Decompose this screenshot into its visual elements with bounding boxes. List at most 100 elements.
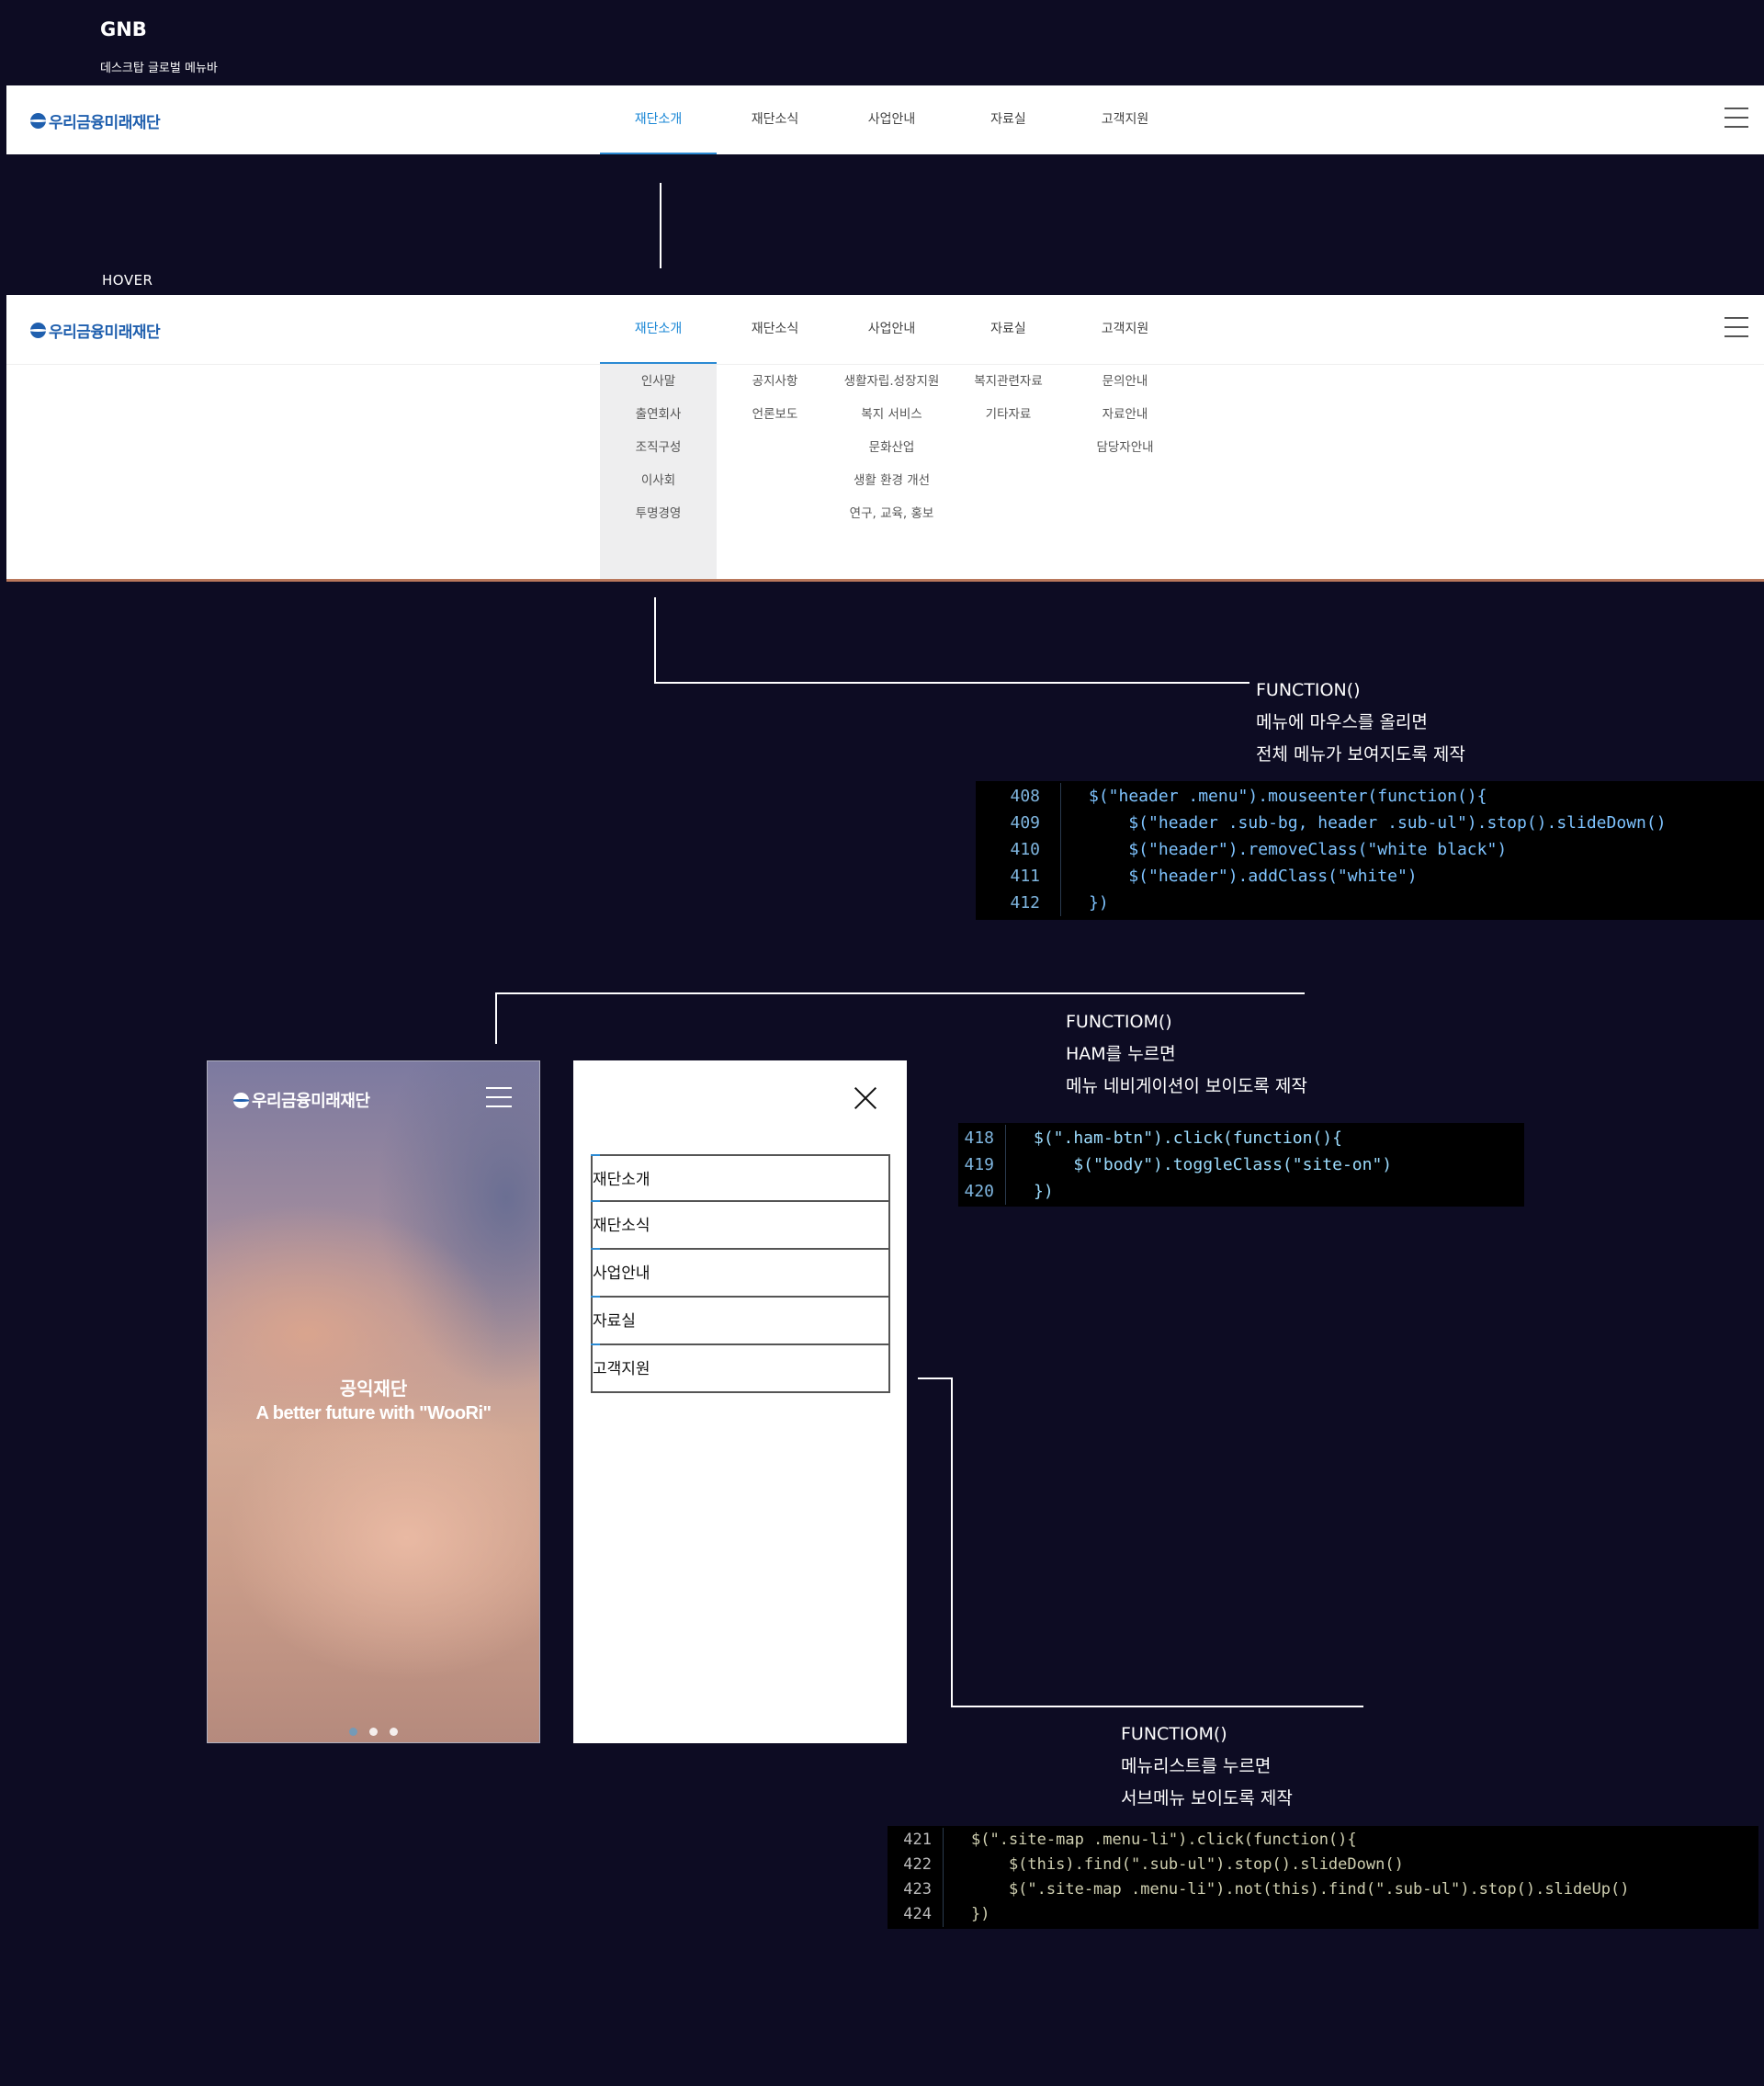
hero-subtitle: A better future with "WooRi" xyxy=(255,1403,492,1423)
submenu-item[interactable]: 인사말 xyxy=(600,365,717,398)
logo-text: 우리금융미래재단 xyxy=(49,323,161,341)
code-text: $(this).find(".sub-ul").stop().slideDown… xyxy=(971,1855,1404,1874)
annotation-title: FUNCTIOM() xyxy=(1066,1012,1172,1032)
annotation-hover: FUNCTION() 메뉴에 마우스를 올리면 전체 메뉴가 보여지도록 제작 xyxy=(1256,675,1465,771)
code-line: 423 $(".site-map .menu-li").not(this).fi… xyxy=(888,1877,1758,1902)
slide-dot[interactable] xyxy=(349,1728,357,1736)
line-number: 410 xyxy=(1010,840,1040,859)
annotation-line: 메뉴 네비게이션이 보이도록 제작 xyxy=(1066,1076,1307,1096)
main-nav: 재단소개 재단소식 사업안내 자료실 고객지원 xyxy=(600,295,1183,364)
connector-line xyxy=(951,1706,1363,1707)
code-text: }) xyxy=(1089,893,1109,913)
main-nav: 재단소개 재단소식 사업안내 자료실 고객지원 xyxy=(600,85,1183,154)
submenu-item[interactable]: 공지사항 xyxy=(717,365,833,398)
logo[interactable]: 우리금융미래재단 xyxy=(30,109,161,132)
submenu-item[interactable]: 문의안내 xyxy=(1067,365,1183,398)
line-number: 419 xyxy=(964,1155,994,1174)
submenu-item[interactable]: 문화산업 xyxy=(823,431,960,464)
line-number: 409 xyxy=(1010,813,1040,833)
line-number: 411 xyxy=(1010,867,1040,886)
submenu-panel: 인사말 출연회사 조직구성 이사회 투명경영 공지사항 언론보도 생활자립.성장… xyxy=(6,365,1764,582)
hamburger-icon[interactable] xyxy=(486,1087,512,1107)
submenu-item[interactable]: 언론보도 xyxy=(717,398,833,431)
line-number: 421 xyxy=(903,1831,932,1849)
nav-item-business[interactable]: 사업안내 xyxy=(833,295,950,364)
submenu-item[interactable]: 생활 환경 개선 xyxy=(823,464,960,497)
line-number: 412 xyxy=(1010,893,1040,913)
annotation-title: FUNCTION() xyxy=(1256,680,1361,700)
submenu-item[interactable]: 자료안내 xyxy=(1067,398,1183,431)
drawer-menu-item[interactable]: 고객지원 xyxy=(591,1343,890,1393)
code-text: $("header").addClass("white") xyxy=(1089,867,1418,886)
slide-dot[interactable] xyxy=(369,1728,378,1736)
code-text: $("header .sub-bg, header .sub-ul").stop… xyxy=(1089,813,1667,833)
annotation-line: 메뉴에 마우스를 올리면 xyxy=(1256,712,1428,732)
drawer-menu-item[interactable]: 재단소식 xyxy=(591,1200,890,1250)
code-text: $("body").toggleClass("site-on") xyxy=(1034,1155,1393,1174)
code-line: 411 $("header").addClass("white") xyxy=(976,863,1764,890)
nav-item-business[interactable]: 사업안내 xyxy=(833,85,950,154)
nav-item-news[interactable]: 재단소식 xyxy=(717,295,833,364)
drawer-menu-item[interactable]: 사업안내 xyxy=(591,1248,890,1298)
code-block-ham: 418 $(".ham-btn").click(function(){ 419 $… xyxy=(958,1123,1524,1207)
submenu-item[interactable]: 복지 서비스 xyxy=(823,398,960,431)
connector-line xyxy=(654,682,1250,684)
hamburger-icon[interactable] xyxy=(1724,108,1748,128)
logo-text: 우리금융미래재단 xyxy=(49,114,161,131)
drawer-menu-item[interactable]: 자료실 xyxy=(591,1296,890,1345)
nav-item-foundation[interactable]: 재단소개 xyxy=(600,85,717,154)
code-line: 419 $("body").toggleClass("site-on") xyxy=(958,1151,1524,1178)
connector-line xyxy=(951,1377,953,1706)
annotation-line: 메뉴리스트를 누르면 xyxy=(1121,1756,1272,1776)
code-line: 424}) xyxy=(888,1902,1758,1927)
submenu-item[interactable]: 조직구성 xyxy=(600,431,717,464)
close-icon[interactable] xyxy=(854,1086,877,1110)
code-line: 410 $("header").removeClass("white black… xyxy=(976,836,1764,863)
submenu-item[interactable]: 출연회사 xyxy=(600,398,717,431)
nav-item-archive[interactable]: 자료실 xyxy=(950,295,1067,364)
line-number: 423 xyxy=(903,1880,932,1899)
submenu-item[interactable]: 담당자안내 xyxy=(1067,431,1183,464)
connector-line xyxy=(495,992,497,1044)
slide-dot[interactable] xyxy=(390,1728,398,1736)
drawer-menu: 재단소개 재단소식 사업안내 자료실 고객지원 xyxy=(591,1154,890,1393)
nav-item-support[interactable]: 고객지원 xyxy=(1067,85,1183,154)
submenu-item[interactable]: 이사회 xyxy=(600,464,717,497)
submenu-item[interactable]: 투명경영 xyxy=(600,497,717,530)
mobile-logo[interactable]: 우리금융미래재단 xyxy=(233,1088,370,1112)
submenu-item[interactable]: 생활자립.성장지원 xyxy=(823,365,960,398)
nav-item-foundation[interactable]: 재단소개 xyxy=(600,295,717,364)
submenu-item[interactable]: 연구, 교육, 홍보 xyxy=(823,497,960,530)
submenu-column: 복지관련자료 기타자료 xyxy=(950,365,1067,431)
connector-line xyxy=(495,992,1305,994)
logo-text: 우리금융미래재단 xyxy=(252,1092,370,1110)
hamburger-icon[interactable] xyxy=(1724,317,1748,337)
submenu-item[interactable]: 복지관련자료 xyxy=(950,365,1067,398)
slide-indicator xyxy=(349,1728,398,1736)
line-number: 422 xyxy=(903,1855,932,1874)
logo[interactable]: 우리금융미래재단 xyxy=(30,319,161,342)
mobile-drawer-mockup: 재단소개 재단소식 사업안내 자료실 고객지원 xyxy=(573,1060,907,1743)
code-line: 420}) xyxy=(958,1178,1524,1205)
nav-item-archive[interactable]: 자료실 xyxy=(950,85,1067,154)
line-number: 424 xyxy=(903,1905,932,1923)
annotation-line: HAM를 누르면 xyxy=(1066,1044,1176,1064)
logo-mark-icon xyxy=(30,113,46,129)
hover-label: HOVER xyxy=(102,272,153,289)
logo-mark-icon xyxy=(233,1092,249,1108)
nav-item-news[interactable]: 재단소식 xyxy=(717,85,833,154)
code-text: $("header .menu").mouseenter(function(){ xyxy=(1089,787,1487,806)
code-line: 422 $(this).find(".sub-ul").stop().slide… xyxy=(888,1853,1758,1877)
submenu-item[interactable]: 기타자료 xyxy=(950,398,1067,431)
code-line: 418 $(".ham-btn").click(function(){ xyxy=(958,1125,1524,1151)
annotation-line: 전체 메뉴가 보여지도록 제작 xyxy=(1256,744,1465,765)
submenu-column: 인사말 출연회사 조직구성 이사회 투명경영 xyxy=(600,365,717,579)
code-text: }) xyxy=(1034,1182,1054,1201)
annotation-title: FUNCTIOM() xyxy=(1121,1724,1227,1744)
connector-line xyxy=(660,183,662,268)
nav-item-support[interactable]: 고객지원 xyxy=(1067,295,1183,364)
annotation-line: 서브메뉴 보이도록 제작 xyxy=(1121,1788,1293,1808)
mobile-home-mockup: 우리금융미래재단 공익재단 A better future with "WooR… xyxy=(207,1060,540,1743)
logo-mark-icon xyxy=(30,323,46,338)
drawer-menu-item[interactable]: 재단소개 xyxy=(591,1154,890,1202)
